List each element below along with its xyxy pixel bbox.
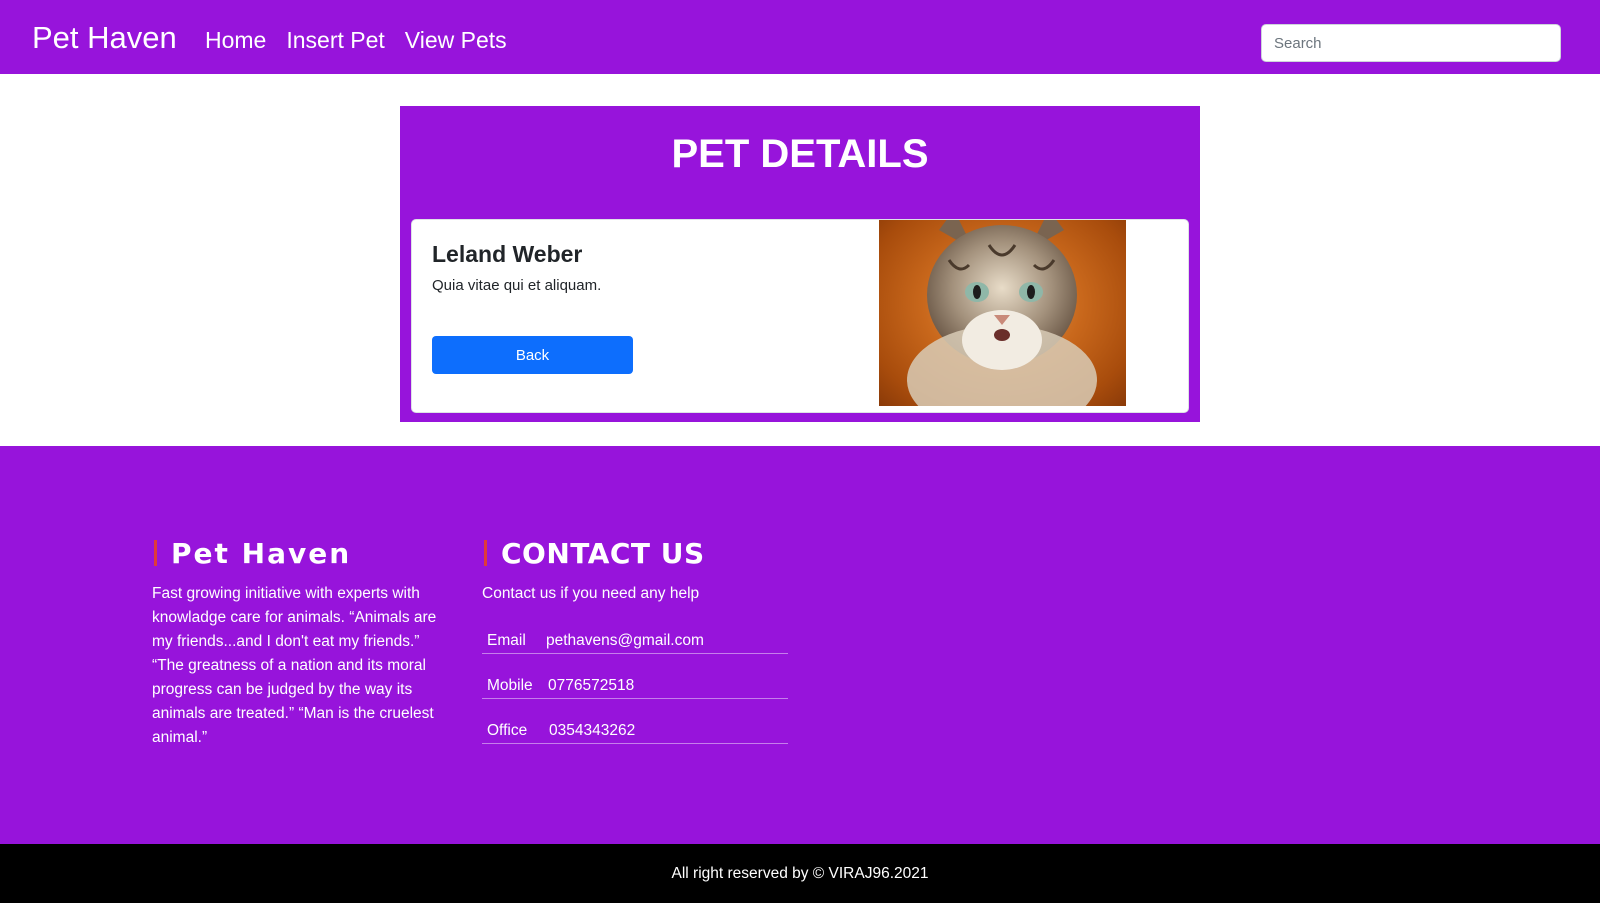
nav-link-insert-pet[interactable]: Insert Pet [286, 22, 384, 58]
contact-row-email: Email pethavens@gmail.com [482, 609, 788, 654]
footer: Pet Haven Fast growing initiative with e… [0, 446, 1600, 844]
footer-contact: CONTACT US Contact us if you need any he… [482, 536, 788, 744]
heading-accent-bar [484, 540, 487, 566]
nav-link-view-pets[interactable]: View Pets [405, 22, 507, 58]
contact-email-link[interactable]: pethavens@gmail.com [546, 630, 704, 652]
footer-contact-heading: CONTACT US [482, 536, 788, 570]
contact-label: Office [487, 722, 528, 739]
nav-link-home[interactable]: Home [205, 22, 266, 58]
contact-label: Email [487, 632, 526, 649]
page-title: PET DETAILS [671, 132, 929, 176]
contact-list: Email pethavens@gmail.com Mobile 0776572… [482, 609, 788, 744]
contact-row-office: Office 0354343262 [482, 699, 788, 744]
brand-link[interactable]: Pet Haven [32, 18, 177, 58]
pet-description: Quia vitae qui et aliquam. [432, 277, 602, 294]
back-button[interactable]: Back [432, 336, 633, 374]
footer-about-heading: Pet Haven [152, 536, 452, 570]
footer-contact-title: CONTACT US [501, 536, 705, 570]
copyright-text: All right reserved by © VIRAJ96.2021 [671, 864, 929, 882]
contact-label: Mobile [487, 677, 533, 694]
footer-about-text: Fast growing initiative with experts wit… [152, 585, 437, 746]
pet-card: Leland Weber Quia vitae qui et aliquam. … [411, 219, 1189, 413]
cat-photo-icon [907, 220, 1097, 406]
contact-mobile-value: 0776572518 [548, 677, 635, 694]
pet-photo [879, 220, 1126, 406]
contact-office-value: 0354343262 [549, 722, 636, 739]
copyright-bar: All right reserved by © VIRAJ96.2021 [0, 844, 1600, 903]
navbar: Pet Haven Home Insert Pet View Pets [0, 0, 1600, 74]
pet-name: Leland Weber [432, 241, 583, 267]
nav-links: Home Insert Pet View Pets [205, 22, 507, 58]
footer-about-title: Pet Haven [171, 536, 352, 570]
pet-details-section: PET DETAILS Leland Weber Quia vitae qui … [400, 106, 1200, 422]
contact-intro: Contact us if you need any help [482, 585, 700, 602]
heading-accent-bar [154, 540, 157, 566]
footer-about: Pet Haven Fast growing initiative with e… [152, 536, 452, 750]
search-input[interactable] [1261, 24, 1561, 62]
contact-row-mobile: Mobile 0776572518 [482, 654, 788, 699]
